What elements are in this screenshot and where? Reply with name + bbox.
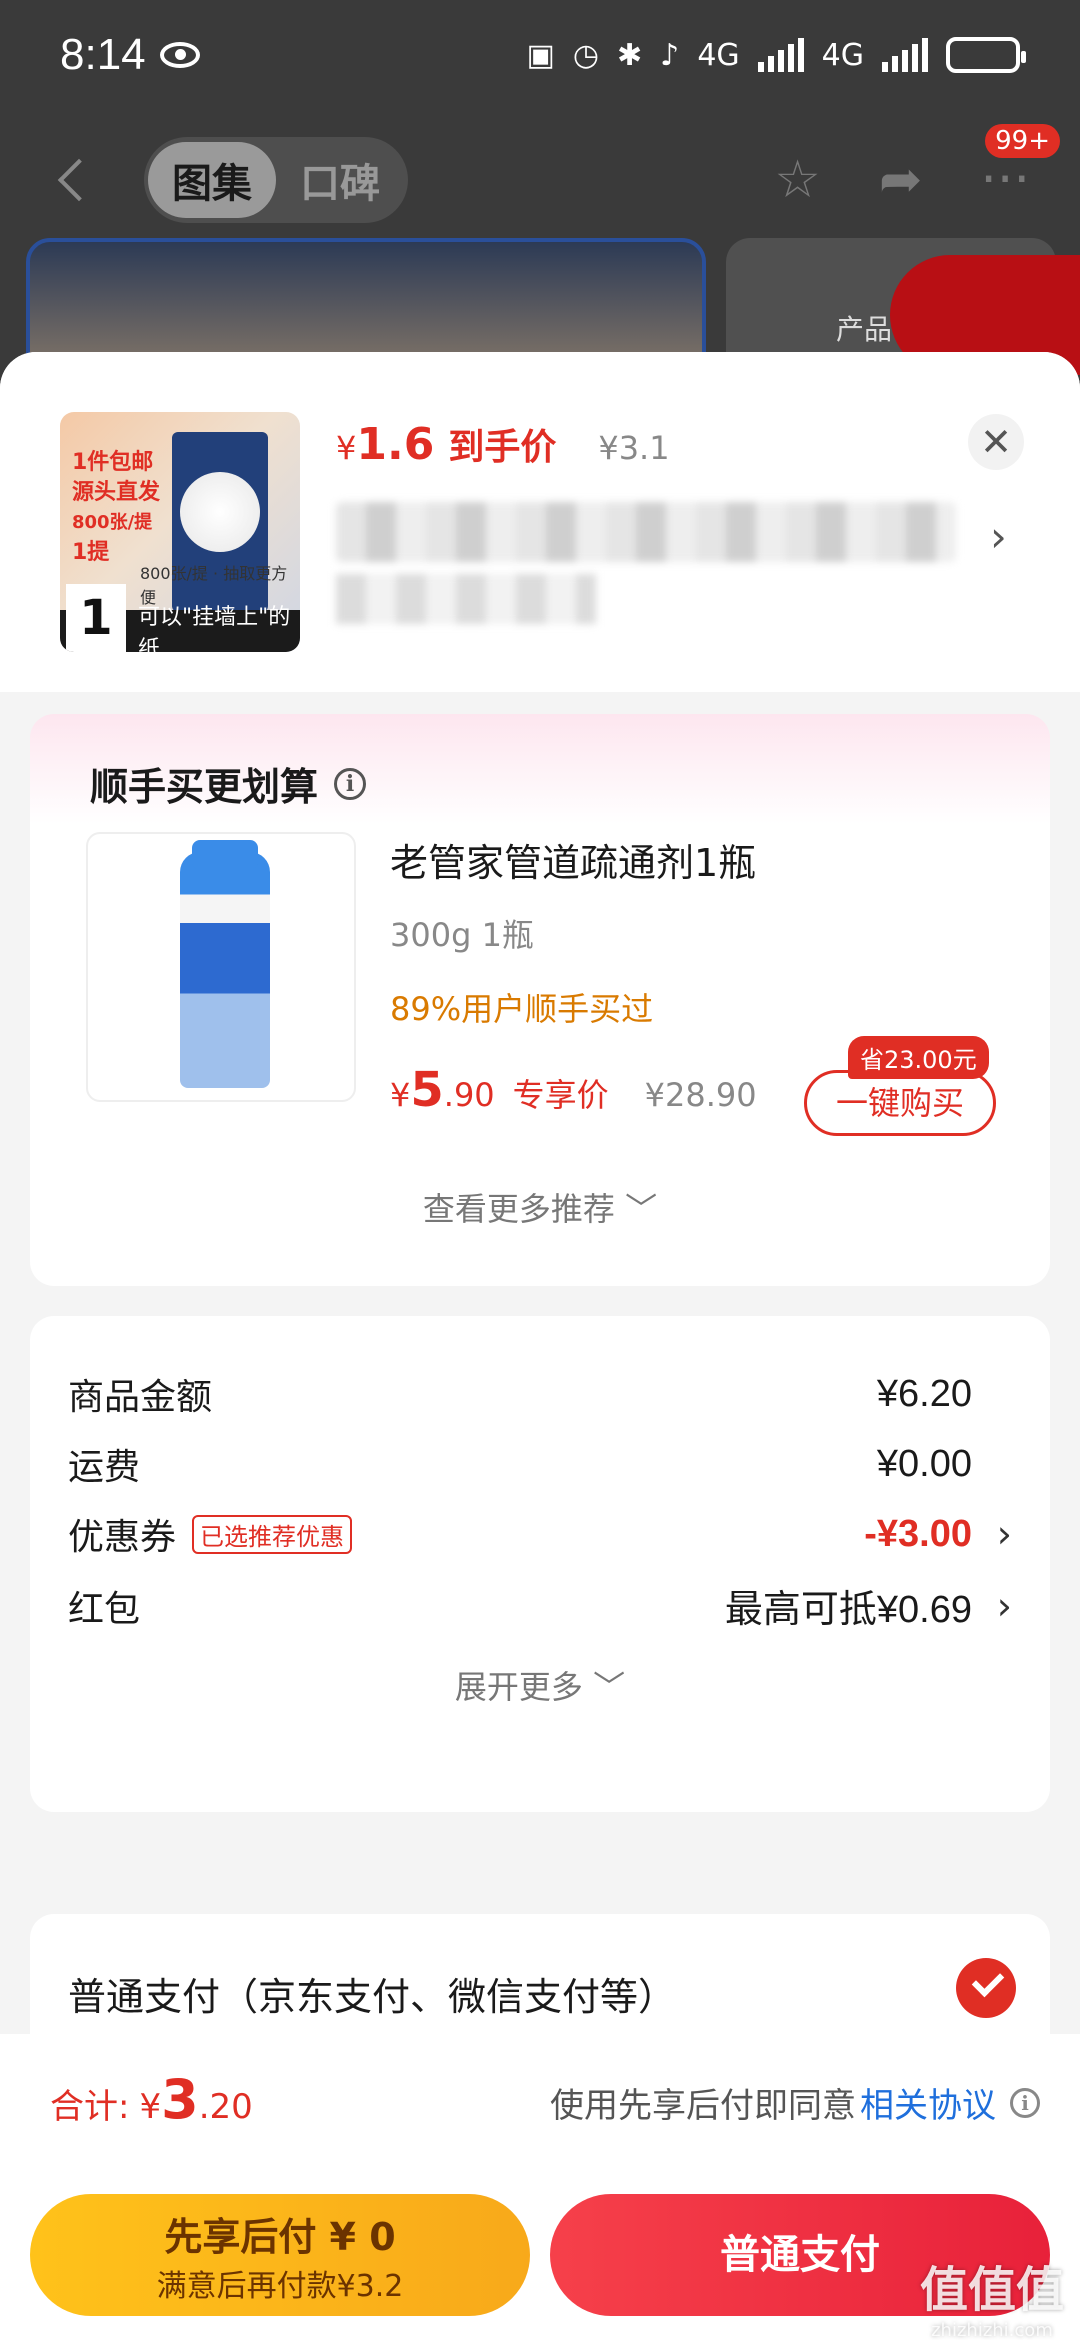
product-thumbnail: 1件包邮 源头直发 800张/提 1提 800张/提 · 抽取更方便 可以"挂墙… <box>60 412 300 652</box>
chevron-right-icon: › <box>996 1583 1012 1628</box>
addon-product-name[interactable]: 老管家管道疏通剂1瓶 <box>390 832 756 887</box>
promo-line: 800张/提 <box>72 512 153 533</box>
price-dec: .90 <box>443 1076 495 1114</box>
info-icon[interactable]: i <box>1010 2087 1040 2118</box>
message-badge: 99+ <box>985 124 1060 158</box>
promo-line: 1件包邮 <box>72 450 154 475</box>
tab-gallery[interactable]: 图集 <box>148 142 276 218</box>
price-currency: ¥ <box>390 1076 411 1114</box>
row-coupon[interactable]: 优惠券 已选推荐优惠 -¥3.00 › <box>68 1508 1012 1560</box>
more-icon[interactable]: ··· <box>980 150 1030 210</box>
star-icon[interactable]: ☆ <box>774 150 821 210</box>
nav-actions: ☆ ➦ ··· 99+ <box>774 124 1060 210</box>
total-int: 3 <box>161 2068 199 2131</box>
thumbnail-promo: 1件包邮 源头直发 800张/提 1提 <box>72 448 160 568</box>
row-value: ¥6.20 <box>876 1372 972 1415</box>
coupon-tag: 已选推荐优惠 <box>192 1514 353 1554</box>
watermark-main: 值值值 <box>919 2262 1064 2318</box>
addon-popularity: 89%用户顺手买过 <box>390 990 654 1028</box>
pay-later-title: 先享后付 ¥ 0 <box>164 2215 396 2259</box>
check-icon[interactable] <box>956 1958 1016 2018</box>
chevron-right-icon[interactable]: › <box>990 512 1007 561</box>
addon-price: ¥ 5 .90 专享价 ¥28.90 <box>390 1062 757 1118</box>
product-summary: 1件包邮 源头直发 800张/提 1提 800张/提 · 抽取更方便 可以"挂墙… <box>0 352 1080 692</box>
row-red-packet[interactable]: 红包 最高可抵¥0.69 › <box>68 1578 1012 1633</box>
signal-icon-2 <box>882 38 928 72</box>
agreement-link[interactable]: 相关协议 <box>860 2078 996 2127</box>
thumbnail-count: 1 <box>66 584 126 652</box>
status-time: 8:14 <box>60 30 146 79</box>
addon-product-image[interactable] <box>86 832 356 1102</box>
row-shipping: 运费 ¥0.00 <box>68 1438 1012 1490</box>
row-value: 最高可抵¥0.69 <box>724 1589 972 1631</box>
total-label: 合计: <box>50 2087 130 2127</box>
close-icon[interactable]: ✕ <box>968 414 1024 470</box>
row-label: 红包 <box>68 1588 141 1630</box>
info-icon[interactable]: i <box>334 767 367 800</box>
gallery-tabs: 图集 口碑 <box>144 137 408 223</box>
bluetooth-icon: ✱ <box>617 37 643 73</box>
promo-line: 源头直发 <box>72 480 161 505</box>
one-click-buy-button[interactable]: 一键购买 <box>804 1070 996 1136</box>
expand-more-link[interactable]: 展开更多 ﹀ <box>30 1662 1050 1708</box>
more-recommendations-link[interactable]: 查看更多推荐 ﹀ <box>30 1184 1050 1230</box>
blurred-product-title-2 <box>336 574 596 624</box>
row-goods-amount: 商品金额 ¥6.20 <box>68 1368 1012 1420</box>
network-type-2: 4G <box>821 37 864 73</box>
bottle-graphic <box>180 852 270 1088</box>
total-dec: .20 <box>198 2087 253 2127</box>
mute-icon: ♪ <box>660 37 680 73</box>
watermark-sub: zhizhizhi.com <box>931 2320 1053 2340</box>
price-int: 5 <box>410 1062 444 1118</box>
addon-title-text: 顺手买更划算 <box>90 765 319 809</box>
price-label: 到手价 <box>448 427 557 468</box>
addon-product-spec: 300g 1瓶 <box>390 916 534 954</box>
signal-icon <box>757 38 804 72</box>
original-price: ¥3.1 <box>598 429 670 467</box>
payment-option-label: 普通支付（京东支付、微信支付等） <box>68 1975 677 2019</box>
status-bar: 8:14 ▣ ◷ ✱ ♪ 4G 4G <box>0 0 1080 110</box>
back-icon[interactable] <box>57 158 101 202</box>
row-label: 商品金额 <box>68 1377 213 1418</box>
status-icons: ▣ ◷ ✱ ♪ 4G 4G <box>526 37 1026 73</box>
save-badge: 省23.00元 <box>848 1036 989 1079</box>
row-value: ¥0.00 <box>876 1442 972 1485</box>
order-total: 合计: ¥ 3 .20 <box>50 2068 253 2131</box>
network-type-1: 4G <box>697 37 740 73</box>
row-value: -¥3.00 <box>864 1512 972 1555</box>
price-amount: 1.6 <box>356 419 435 470</box>
nfc-icon: ▣ <box>526 37 555 73</box>
product-top-nav: 图集 口碑 ☆ ➦ ··· 99+ <box>0 124 1080 230</box>
watermark: 值值值 zhizhizhi.com <box>920 2250 1064 2340</box>
row-label: 优惠券 <box>68 1517 177 1558</box>
product-price: ¥ 1.6 到手价 ¥3.1 <box>336 418 670 470</box>
bottom-bar: 合计: ¥ 3 .20 使用先享后付即同意 相关协议 i 先享后付 ¥ 0 满意… <box>0 2034 1080 2340</box>
original-price: ¥28.90 <box>644 1076 757 1114</box>
order-summary-card: 商品金额 ¥6.20 运费 ¥0.00 优惠券 已选推荐优惠 -¥3.00 › … <box>30 1316 1050 1812</box>
agreement-text: 使用先享后付即同意 相关协议 i <box>550 2078 1040 2127</box>
price-currency: ¥ <box>336 429 357 467</box>
alarm-icon: ◷ <box>572 37 600 73</box>
row-label: 运费 <box>68 1447 141 1488</box>
addon-title: 顺手买更划算 i <box>90 756 367 811</box>
price-label: 专享价 <box>512 1076 609 1114</box>
checkout-sheet: 1件包邮 源头直发 800张/提 1提 800张/提 · 抽取更方便 可以"挂墙… <box>0 352 1080 2340</box>
side-card-text: 产品 <box>836 313 893 346</box>
share-icon[interactable]: ➦ <box>879 150 923 210</box>
tab-reviews[interactable]: 口碑 <box>276 142 404 218</box>
pay-later-subtitle: 满意后再付款¥3.2 <box>156 2269 404 2304</box>
bottle-lid <box>192 840 258 870</box>
addon-recommend-card: 顺手买更划算 i 老管家管道疏通剂1瓶 300g 1瓶 89%用户顺手买过 ¥ … <box>30 714 1050 1286</box>
eye-icon <box>159 42 200 68</box>
agree-text: 使用先享后付即同意 <box>550 2086 856 2126</box>
total-currency: ¥ <box>139 2087 162 2127</box>
battery-icon <box>946 37 1026 73</box>
pay-later-button[interactable]: 先享后付 ¥ 0 满意后再付款¥3.2 <box>30 2194 530 2316</box>
chevron-right-icon: › <box>996 1512 1012 1556</box>
blurred-product-title <box>336 502 956 562</box>
flower-graphic <box>180 472 260 552</box>
